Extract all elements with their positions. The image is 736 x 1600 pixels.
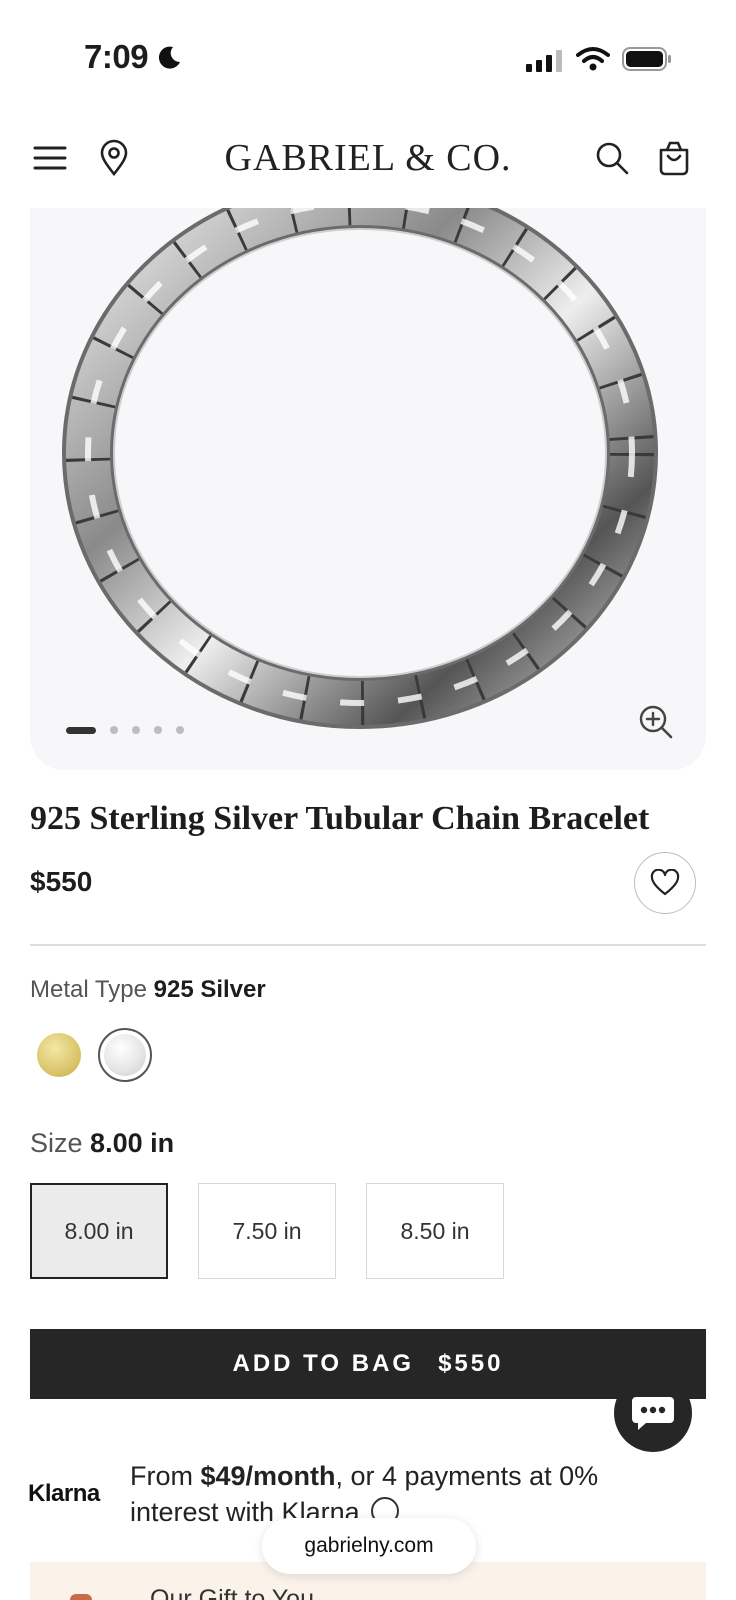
site-header: GABRIEL & CO. (0, 118, 736, 202)
wifi-icon (576, 47, 610, 71)
add-to-bag-button[interactable]: ADD TO BAG $550 (30, 1329, 706, 1399)
klarna-amount: $49/month (200, 1461, 336, 1491)
product-price: $550 (30, 866, 93, 897)
gift-icon (70, 1594, 92, 1600)
status-time: 7:09 (84, 38, 149, 75)
carousel-dot-active[interactable] (66, 726, 96, 734)
metal-type-selected: 925 Silver (153, 976, 266, 1003)
wishlist-button[interactable] (634, 852, 696, 914)
carousel-indicator (66, 726, 184, 734)
product-title: 925 Sterling Silver Tubular Chain Bracel… (30, 800, 650, 837)
size-heading: Size (30, 1128, 83, 1158)
size-label: Size 8.00 in (30, 1128, 174, 1159)
size-selected: 8.00 in (90, 1128, 175, 1158)
size-option-8-50[interactable]: 8.50 in (366, 1183, 504, 1279)
carousel-dot[interactable] (132, 726, 140, 734)
swatch-925-silver[interactable] (104, 1034, 146, 1076)
heart-icon (650, 869, 680, 896)
metal-type-heading: Metal Type (30, 976, 147, 1003)
add-to-bag-label: ADD TO BAG (232, 1350, 415, 1377)
status-bar: 7:09 (0, 0, 736, 100)
search-icon[interactable] (592, 138, 632, 178)
battery-icon (622, 47, 671, 71)
chat-button[interactable] (614, 1374, 692, 1452)
carousel-dot[interactable] (110, 726, 118, 734)
metal-type-label: Metal Type 925 Silver (30, 976, 266, 1004)
size-option-8-00[interactable]: 8.00 in (30, 1183, 168, 1279)
gift-banner-text: Our Gift to You (150, 1585, 314, 1600)
swatch-yellow-gold[interactable] (37, 1033, 81, 1077)
moon-icon (158, 46, 180, 69)
klarna-logo: Klarna (28, 1480, 100, 1507)
carousel-dot[interactable] (176, 726, 184, 734)
browser-url-bar[interactable]: gabrielny.com (262, 1518, 476, 1574)
chat-icon (632, 1397, 674, 1430)
size-option-7-50[interactable]: 7.50 in (198, 1183, 336, 1279)
product-image (62, 208, 658, 729)
add-to-bag-price: $550 (438, 1350, 504, 1377)
divider (30, 944, 706, 946)
product-image-gallery[interactable] (30, 208, 706, 770)
carousel-dot[interactable] (154, 726, 162, 734)
zoom-in-icon[interactable] (636, 702, 676, 742)
shopping-bag-icon[interactable] (654, 138, 694, 178)
klarna-prefix: From (130, 1461, 201, 1491)
cellular-signal-icon (526, 50, 562, 72)
